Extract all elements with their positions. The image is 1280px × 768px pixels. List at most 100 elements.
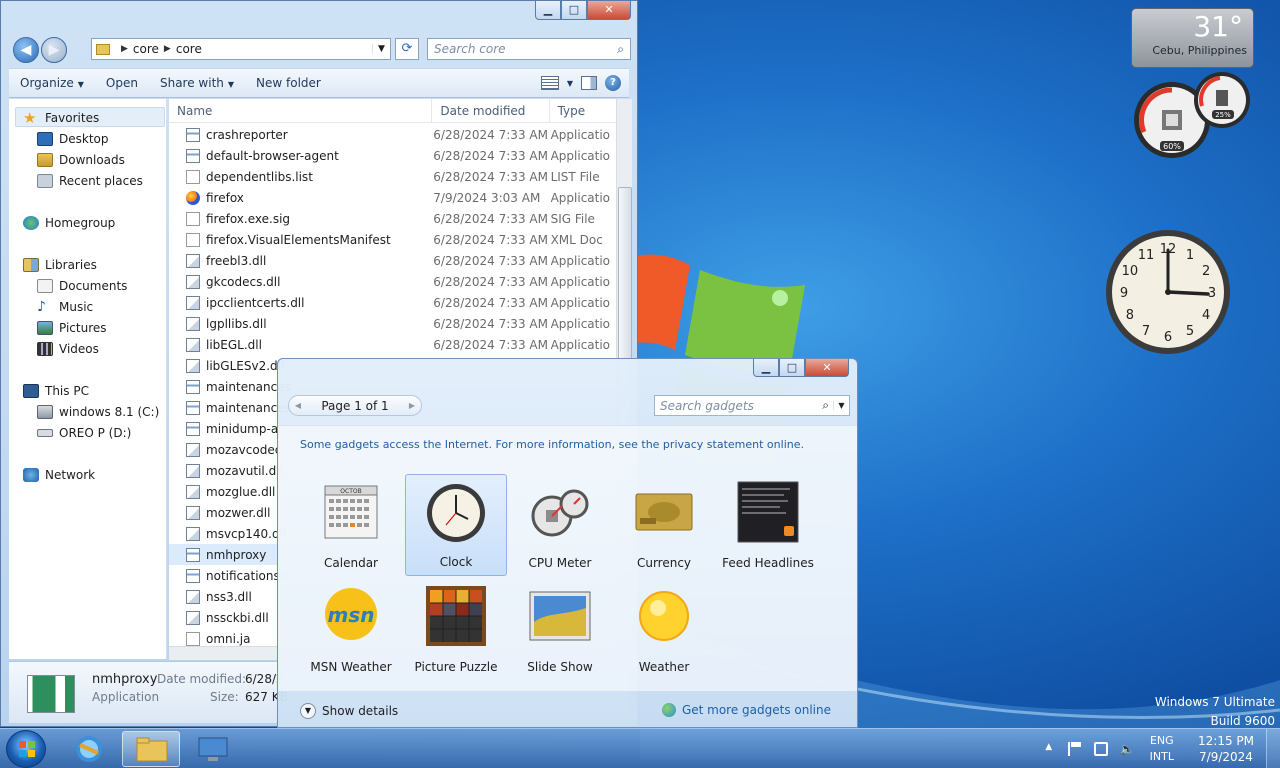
file-icon	[186, 274, 200, 289]
action-center-flag-icon[interactable]	[1067, 742, 1082, 756]
forward-button[interactable]: ▶	[41, 37, 67, 63]
minimize-button[interactable]: ▁	[535, 1, 561, 20]
nav-drive-d[interactable]: OREO P (D:)	[37, 423, 131, 443]
network-icon[interactable]	[1093, 742, 1108, 756]
clock-numeral: 7	[1142, 324, 1150, 339]
file-row[interactable]: firefox.exe.sig 6/28/2024 7:33 AM SIG File	[169, 208, 619, 229]
file-row[interactable]: firefox.VisualElementsManifest 6/28/2024 …	[169, 229, 619, 250]
start-button[interactable]	[6, 730, 46, 768]
gadget-picture-puzzle[interactable]: Picture Puzzle	[405, 578, 507, 680]
breadcrumb-item[interactable]: core	[133, 42, 159, 56]
details-size-label: Size:	[210, 690, 239, 704]
nav-downloads[interactable]: Downloads	[37, 150, 125, 170]
details-file-name: nmhproxy	[92, 672, 158, 687]
gadget-slide-show[interactable]: Slide Show	[509, 578, 611, 680]
share-with-button[interactable]: Share with ▼	[149, 76, 245, 90]
nav-music[interactable]: ♪ Music	[37, 297, 93, 317]
preview-pane-icon[interactable]	[581, 76, 597, 90]
file-icon	[186, 610, 200, 625]
chevron-down-icon[interactable]: ▼	[372, 44, 390, 54]
refresh-button[interactable]: ⟳	[395, 38, 419, 60]
volume-muted-icon[interactable]: 🔈	[1120, 742, 1135, 756]
clock-numeral: 10	[1122, 264, 1139, 279]
file-row[interactable]: freebl3.dll 6/28/2024 7:33 AM Applicatio	[169, 250, 619, 271]
file-row[interactable]: crashreporter 6/28/2024 7:33 AM Applicatio	[169, 124, 619, 145]
gadget-currency[interactable]: Currency	[613, 474, 715, 576]
chevron-down-icon[interactable]: ▼	[567, 79, 573, 88]
taskbar-clock[interactable]: 12:15 PM 7/9/2024	[1198, 733, 1254, 765]
file-row[interactable]: lgpllibs.dll 6/28/2024 7:33 AM Applicatio	[169, 313, 619, 334]
file-row[interactable]: default-browser-agent 6/28/2024 7:33 AM Ap…	[169, 145, 619, 166]
nav-favorites[interactable]: ★ Favorites	[23, 108, 99, 128]
gadget-feed-headlines[interactable]: Feed Headlines	[717, 474, 819, 576]
nav-videos[interactable]: Videos	[37, 339, 99, 359]
weather-gadget[interactable]: 31° Cebu, Philippines	[1131, 8, 1254, 68]
maximize-button[interactable]: □	[561, 1, 587, 20]
column-type[interactable]: Type	[550, 99, 618, 122]
nav-documents[interactable]: Documents	[37, 276, 127, 296]
currency-icon	[632, 480, 696, 544]
privacy-info-link[interactable]: Some gadgets access the Internet. For mo…	[300, 438, 804, 451]
gadget-cpu-meter[interactable]: CPU Meter	[509, 474, 611, 576]
breadcrumb-item[interactable]: core	[176, 42, 202, 56]
open-button[interactable]: Open	[95, 76, 149, 90]
file-name: ipcclientcerts.dll	[206, 295, 305, 310]
file-row[interactable]: gkcodecs.dll 6/28/2024 7:33 AM Applicatio	[169, 271, 619, 292]
gadget-label: MSN Weather	[310, 660, 392, 674]
file-date: 6/28/2024 7:33 AM	[433, 295, 548, 310]
file-date: 6/28/2024 7:33 AM	[433, 274, 548, 289]
gadget-weather[interactable]: Weather	[613, 578, 715, 680]
gadget-clock[interactable]: Clock	[405, 474, 507, 576]
file-row[interactable]: dependentlibs.list 6/28/2024 7:33 AM LIST …	[169, 166, 619, 187]
file-row[interactable]: libEGL.dll 6/28/2024 7:33 AM Applicatio	[169, 334, 619, 355]
nav-this-pc[interactable]: This PC	[23, 381, 89, 401]
search-icon[interactable]: ⌕	[822, 398, 829, 413]
close-button[interactable]: ✕	[587, 1, 631, 20]
nav-pictures[interactable]: Pictures	[37, 318, 107, 338]
file-name: dependentlibs.list	[206, 169, 313, 184]
nav-homegroup[interactable]: Homegroup	[23, 213, 115, 233]
change-view-icon[interactable]	[540, 76, 559, 90]
search-icon[interactable]: ⌕	[617, 42, 624, 57]
search-input[interactable]: Search core ⌕	[427, 38, 631, 60]
nav-drive-c[interactable]: windows 8.1 (C:)	[37, 402, 159, 422]
new-folder-button[interactable]: New folder	[245, 76, 332, 90]
address-bar[interactable]: ▶ core ▶ core ▼	[91, 38, 391, 60]
gadget-msn-weather[interactable]: msn MSN Weather	[300, 578, 402, 680]
column-name[interactable]: Name	[169, 99, 433, 122]
gadget-search-input[interactable]: Search gadgets ⌕ ▼	[654, 395, 850, 416]
show-details-toggle[interactable]: ▼ Show details	[300, 703, 398, 719]
taskbar-control-panel[interactable]	[184, 731, 242, 767]
cpu-meter-gadget[interactable]: 60% 25%	[1130, 70, 1258, 162]
msn-weather-icon: msn	[319, 584, 383, 648]
file-icon	[186, 148, 200, 163]
back-button[interactable]: ◀	[13, 37, 39, 63]
help-icon[interactable]: ?	[605, 75, 621, 91]
page-navigator: ◀ Page 1 of 1 ▶	[288, 395, 422, 416]
show-hidden-icons-icon[interactable]: ▲	[1042, 742, 1056, 756]
show-desktop-button[interactable]	[1266, 729, 1280, 768]
minimize-button[interactable]: ▁	[753, 359, 779, 377]
file-type: Applicatio	[550, 316, 611, 331]
chevron-down-icon[interactable]: ▼	[833, 401, 849, 410]
nav-recent-places[interactable]: Recent places	[37, 171, 143, 191]
file-name: libGLESv2.dll	[206, 358, 285, 373]
next-page-icon[interactable]: ▶	[403, 401, 421, 410]
nav-libraries[interactable]: Libraries	[23, 255, 97, 275]
gadget-calendar[interactable]: OCTOB Calendar	[300, 474, 402, 576]
clock-gadget[interactable]: 121234567891011	[1104, 228, 1232, 356]
previous-page-icon[interactable]: ◀	[289, 401, 307, 410]
file-row[interactable]: ipcclientcerts.dll 6/28/2024 7:33 AM Appli…	[169, 292, 619, 313]
file-row[interactable]: firefox 7/9/2024 3:03 AM Applicatio	[169, 187, 619, 208]
organize-button[interactable]: Organize ▼	[9, 76, 95, 90]
close-button[interactable]: ✕	[805, 359, 849, 377]
column-date-modified[interactable]: Date modified	[432, 99, 550, 122]
taskbar-browser[interactable]	[60, 731, 118, 767]
nav-network[interactable]: Network	[23, 465, 95, 485]
maximize-button[interactable]: □	[779, 359, 805, 377]
taskbar-explorer[interactable]	[122, 731, 180, 767]
input-language-indicator[interactable]: ENG INTL	[1150, 733, 1174, 765]
nav-desktop[interactable]: Desktop	[37, 129, 109, 149]
file-name: msvcp140.dll	[206, 526, 287, 541]
get-more-gadgets-link[interactable]: Get more gadgets online	[661, 703, 831, 717]
